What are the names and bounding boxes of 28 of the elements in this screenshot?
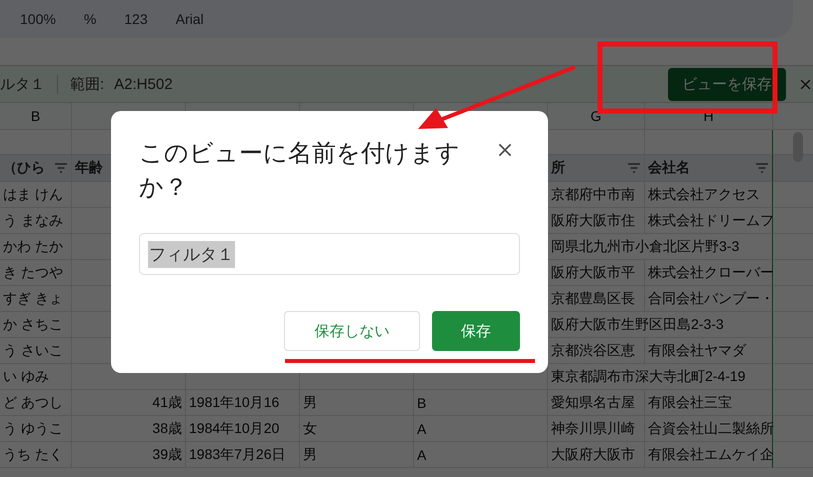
name-input-field[interactable]: フィルタ１ [139,233,520,275]
close-icon[interactable] [498,143,512,157]
range-value: A2:H502 [114,76,173,92]
input-text: フィルタ１ [148,240,235,268]
save-view-button[interactable]: ビューを保存 [668,68,786,100]
table-cell: 大阪府大阪市 [548,442,645,468]
filter-name: ルタ１ [0,74,58,94]
close-icon[interactable] [800,78,811,90]
filter-icon[interactable] [54,163,68,173]
format-button[interactable]: 123 [124,11,148,27]
header-text: （ひら [3,159,45,177]
font-select[interactable]: Arial [176,11,204,27]
range-label: 範囲: [70,74,104,94]
save-button[interactable]: 保存 [432,311,520,351]
dialog-title: このビューに名前を付けますか？ [139,139,461,203]
zoom-select[interactable]: 100% [20,11,56,27]
table-cell: A [414,442,548,468]
filter-icon[interactable] [755,163,769,173]
filter-icon[interactable] [627,163,641,173]
table-cell: うち たく [0,442,72,468]
format-button[interactable]: % [84,11,96,27]
dont-save-button[interactable]: 保存しない [284,311,420,351]
table-cell: 39歳 [72,442,186,468]
header-text: 年齢 [75,159,103,177]
header-text: 会社名 [648,159,690,177]
table-cell: 男 [300,442,414,468]
table-cell: 1983年7月26日 [186,442,300,468]
header-text: 所 [551,159,565,177]
